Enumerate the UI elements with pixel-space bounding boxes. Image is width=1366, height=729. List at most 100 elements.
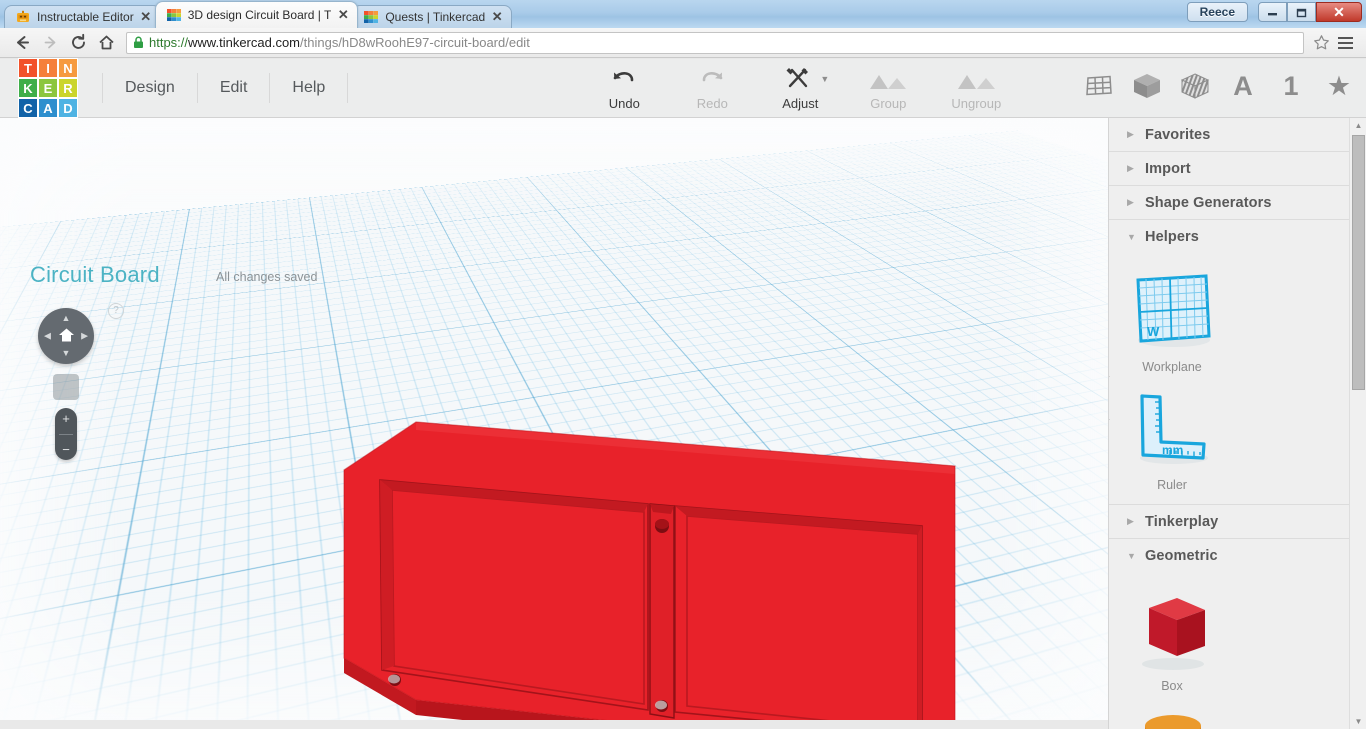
browser-tab-3d-design-circuit-board[interactable]: 3D design Circuit Board | T ✕ <box>154 1 359 28</box>
fit-to-view-button[interactable] <box>53 374 79 400</box>
undo-arrow-icon <box>593 65 655 91</box>
letter-a-icon[interactable]: A <box>1228 69 1258 103</box>
redo-label: Redo <box>696 96 728 111</box>
close-window-button[interactable]: ✕ <box>1316 2 1362 22</box>
view-navigation-pad[interactable]: ▲ ▼ ◀ ▶ <box>38 308 94 364</box>
menu-design[interactable]: Design <box>102 73 198 103</box>
tinkercad-icon <box>166 7 182 23</box>
shape-item-ruler[interactable]: mm Ruler <box>1115 380 1229 492</box>
chevron-right-icon: ▶ <box>1127 516 1134 526</box>
shape-label: Ruler <box>1157 478 1187 492</box>
star-icon[interactable]: ★ <box>1324 69 1354 103</box>
scroll-up-icon[interactable]: ▲ <box>1350 118 1366 133</box>
url-path: /things/hD8wRoohE97-circuit-board/edit <box>300 35 530 50</box>
app-header: T I N K E R C A D Design Edit Help Undo … <box>0 58 1366 118</box>
logo-tile-a: A <box>38 98 58 118</box>
browser-tab-label: 3D design Circuit Board | T <box>187 8 332 22</box>
ungroup-mountains-icon <box>945 65 1007 91</box>
striped-cube-icon[interactable] <box>1180 69 1210 103</box>
close-icon[interactable]: ✕ <box>138 9 154 25</box>
3d-viewport[interactable]: Circuit Board All changes saved ? ▲ ▼ ◀ … <box>0 118 1108 720</box>
back-icon[interactable] <box>8 30 36 56</box>
workplane-grid-icon[interactable] <box>1084 69 1114 103</box>
browser-navbar: https://www.tinkercad.com/things/hD8wRoo… <box>0 28 1366 58</box>
zoom-in-button[interactable]: + <box>62 411 70 426</box>
tinkercad-logo[interactable]: T I N K E R C A D <box>18 58 78 118</box>
logo-tile-t: T <box>18 58 38 78</box>
scroll-down-icon[interactable]: ▼ <box>1350 714 1366 729</box>
panel-scrollbar[interactable]: ▲ ▼ <box>1349 118 1366 729</box>
reload-icon[interactable] <box>64 30 92 56</box>
browser-tab-instructable-editor[interactable]: Instructable Editor ✕ <box>4 5 161 28</box>
close-icon[interactable]: ✕ <box>489 9 505 25</box>
restore-button[interactable] <box>1287 2 1316 22</box>
circuit-board-model[interactable] <box>330 418 970 720</box>
zoom-out-button[interactable]: − <box>62 442 70 457</box>
ungroup-label: Ungroup <box>951 96 1002 111</box>
pan-right-icon[interactable]: ▶ <box>81 331 88 341</box>
panel-section-tinkerplay[interactable]: ▶ Tinkerplay <box>1109 505 1350 539</box>
chevron-down-icon: ▼ <box>1127 232 1136 242</box>
url-host: www.tinkercad.com <box>188 35 301 50</box>
helpers-grid: W Workplane mm Ruler <box>1109 254 1350 498</box>
ungroup-button: Ungroup <box>945 65 1007 111</box>
browser-menu-icon[interactable] <box>1332 30 1358 56</box>
panel-section-helpers[interactable]: ▼ Helpers <box>1109 220 1350 254</box>
chevron-down-icon[interactable]: ▼ <box>820 74 829 84</box>
panel-section-geometric[interactable]: ▼ Geometric <box>1109 539 1350 573</box>
browser-tab-label: Instructable Editor <box>37 10 134 24</box>
panel-section-import[interactable]: ▶ Import <box>1109 152 1350 186</box>
shapes-panel: ❯ ▶ Favorites ▶ Import ▶ Shape Generator… <box>1108 118 1366 729</box>
user-profile-button[interactable]: Reece <box>1186 2 1248 22</box>
home-icon[interactable] <box>58 327 75 346</box>
bookmark-star-icon[interactable] <box>1310 34 1332 51</box>
menu-edit[interactable]: Edit <box>198 73 271 103</box>
shape-item-workplane[interactable]: W Workplane <box>1115 262 1229 374</box>
home-icon[interactable] <box>92 30 120 56</box>
help-icon[interactable]: ? <box>108 303 124 319</box>
geometric-grid: Box Cylinder <box>1109 573 1350 729</box>
panel-section-label: Shape Generators <box>1145 194 1272 211</box>
adjust-button[interactable]: ▼ Adjust <box>769 65 831 111</box>
shape-item-cylinder[interactable]: Cylinder <box>1115 699 1229 729</box>
menu-help[interactable]: Help <box>270 73 349 103</box>
undo-button[interactable]: Undo <box>593 65 655 111</box>
logo-tile-c: C <box>18 98 38 118</box>
lock-icon <box>133 36 144 49</box>
redo-button: Redo <box>681 65 743 111</box>
adjust-label: Adjust <box>782 96 819 111</box>
number-one-icon[interactable]: 1 <box>1276 69 1306 103</box>
app-right-toolbar: A 1 ★ <box>1084 69 1354 103</box>
window-controls: Reece ✕ <box>1186 2 1362 22</box>
group-button: Group <box>857 65 919 111</box>
shape-label: Workplane <box>1142 360 1202 374</box>
chevron-right-icon: ▶ <box>1127 197 1134 207</box>
logo-tile-i: I <box>38 58 58 78</box>
pan-left-icon[interactable]: ◀ <box>44 331 51 341</box>
panel-section-label: Helpers <box>1145 229 1199 245</box>
group-label: Group <box>870 96 907 111</box>
workplane-helper-icon: W <box>1115 262 1229 358</box>
close-icon[interactable]: ✕ <box>335 7 351 23</box>
zoom-slider[interactable]: + − <box>55 408 77 460</box>
address-bar[interactable]: https://www.tinkercad.com/things/hD8wRoo… <box>126 31 1304 54</box>
save-status: All changes saved <box>216 270 318 284</box>
box-shape-icon <box>1115 581 1229 677</box>
browser-tab-quests-tinkercad[interactable]: Quests | Tinkercad ✕ <box>352 5 513 28</box>
forward-icon <box>36 30 64 56</box>
shape-item-box[interactable]: Box <box>1115 581 1229 693</box>
pan-up-icon[interactable]: ▲ <box>62 314 71 323</box>
panel-section-label: Geometric <box>1145 548 1218 564</box>
pan-down-icon[interactable]: ▼ <box>62 349 71 358</box>
logo-tile-k: K <box>18 78 38 98</box>
shape-label: Box <box>1161 679 1183 693</box>
ruler-helper-icon: mm <box>1115 380 1229 476</box>
scrollbar-thumb[interactable] <box>1352 135 1365 390</box>
panel-section-favorites[interactable]: ▶ Favorites <box>1109 118 1350 152</box>
chevron-down-icon: ▼ <box>1127 551 1136 561</box>
logo-tile-d: D <box>58 98 78 118</box>
minimize-button[interactable] <box>1258 2 1287 22</box>
solid-cube-icon[interactable] <box>1132 69 1162 103</box>
panel-section-shape-generators[interactable]: ▶ Shape Generators <box>1109 186 1350 220</box>
design-title[interactable]: Circuit Board <box>30 262 160 288</box>
